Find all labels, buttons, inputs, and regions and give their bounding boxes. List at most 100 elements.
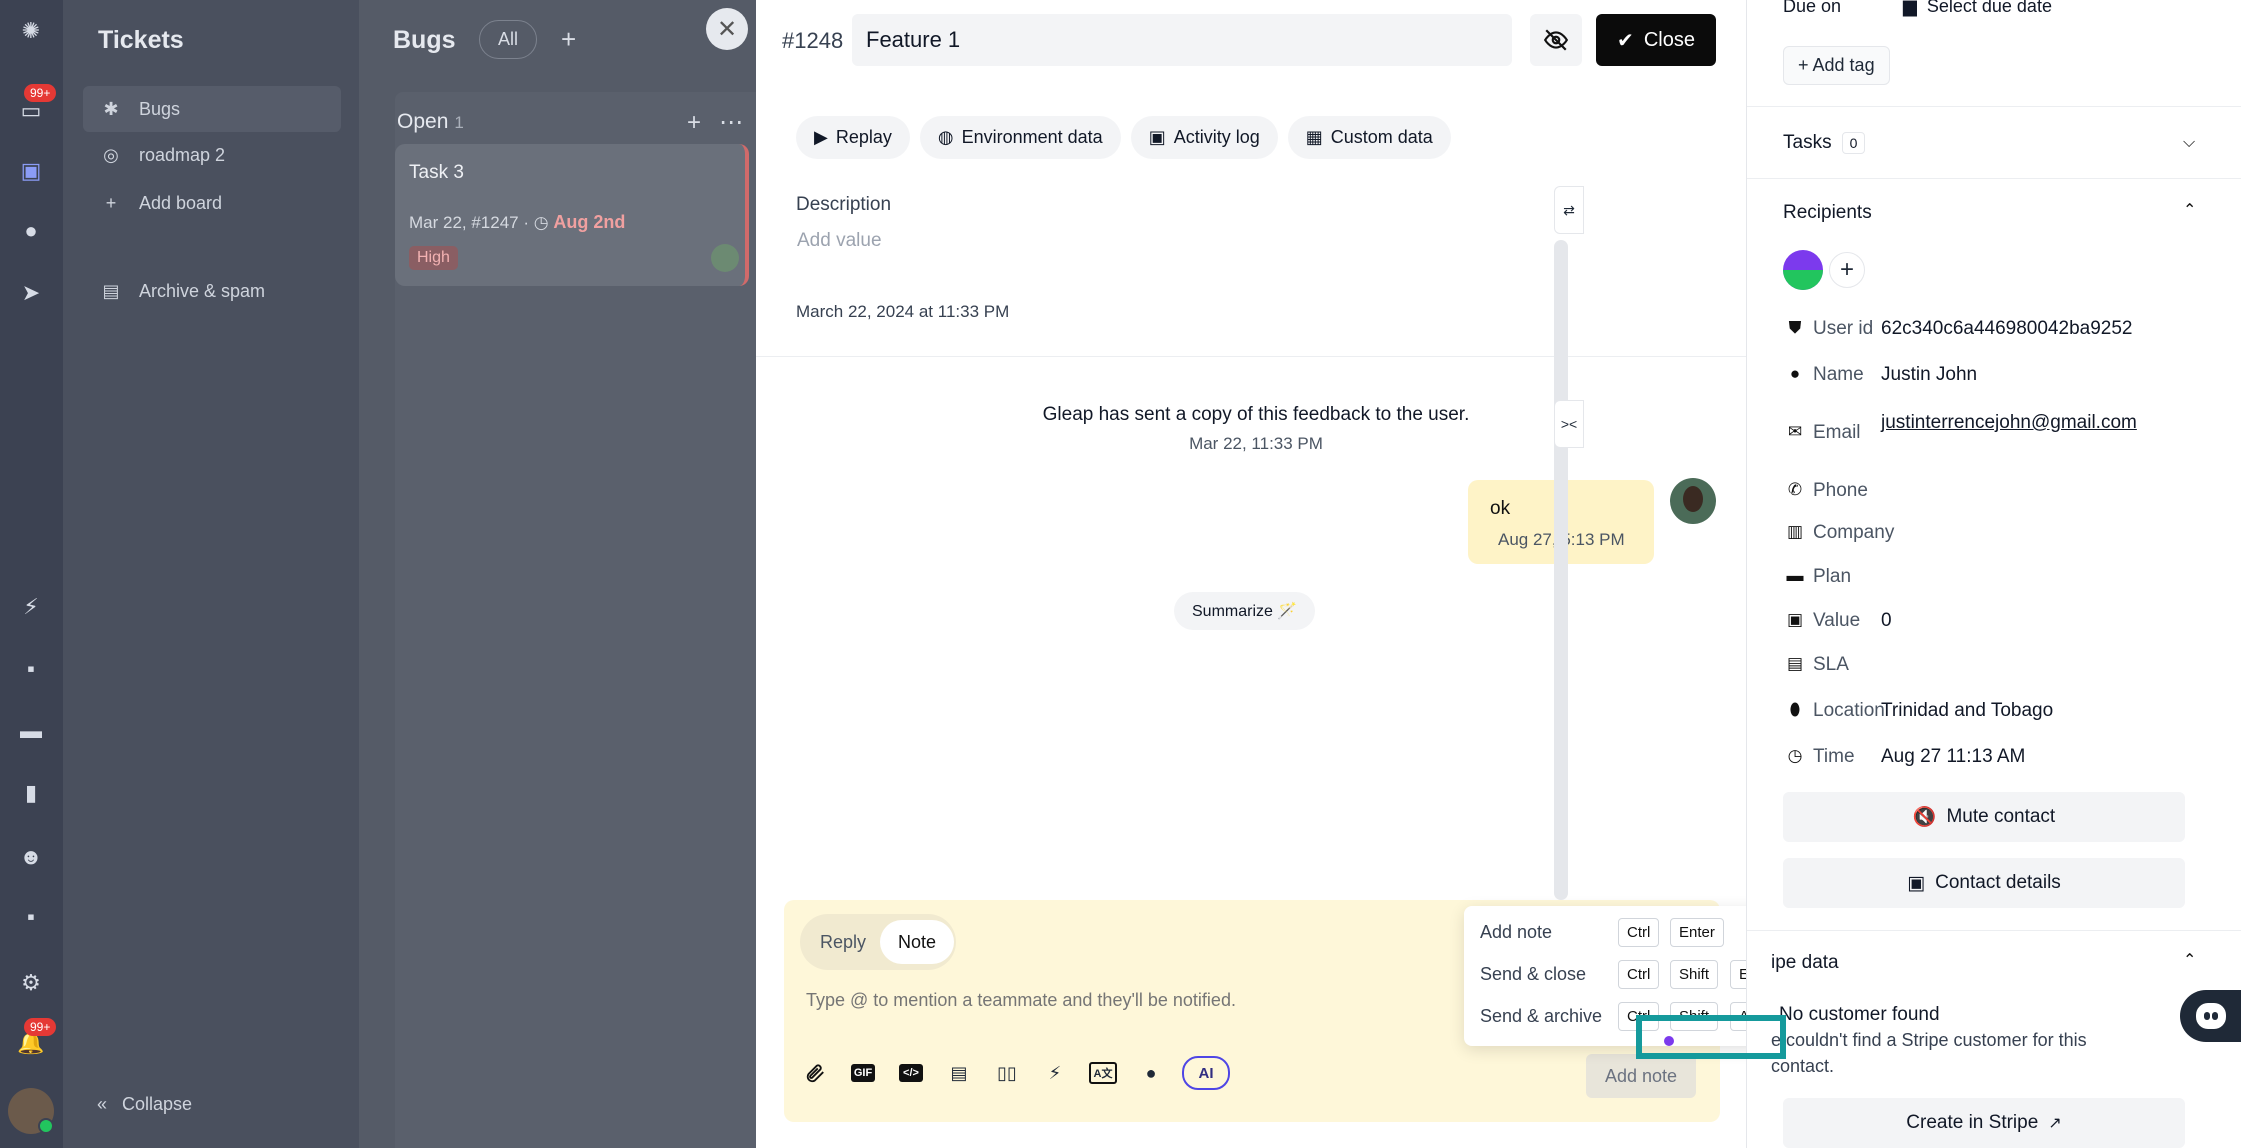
lightbulb-icon[interactable]: ● — [14, 214, 48, 248]
document-icon: ▤ — [1786, 654, 1804, 673]
column-title-text: Open — [397, 110, 449, 133]
filter-all[interactable]: All — [479, 20, 538, 59]
chart-icon[interactable]: ▮ — [14, 776, 48, 810]
assistant-bot-button[interactable] — [2180, 990, 2241, 1042]
book-open-icon[interactable]: ▯▯ — [990, 1056, 1024, 1090]
ai-assist-button[interactable]: AI — [1182, 1056, 1230, 1090]
app-rail: ✺ ▭ 99+ ▣ ● ➤ ⚡ ▪ ▬ ▮ ☻ ▪ ⚙ 🔔 99+ — [0, 0, 63, 1148]
tab-environment[interactable]: ◍ Environment data — [919, 116, 1121, 159]
phone-icon: ✆ — [1787, 480, 1803, 499]
ticket-modal: #1248 ✔ Close ▶ Replay ◍ Environment data ▣… — [756, 0, 2241, 1148]
chevron-up-icon[interactable]: ⌃ — [2183, 200, 2196, 220]
board-area: Bugs All + Open 1 +⋯ Task 3 Mar 22, #1247… — [359, 0, 759, 1148]
toggle-panel-icon[interactable]: ⇄ — [1554, 186, 1584, 234]
ticket-title-input[interactable] — [852, 14, 1512, 66]
mute-contact-button[interactable]: 🔇 Mute contact — [1783, 792, 2185, 842]
divider — [1747, 178, 2241, 179]
add-tag-button[interactable]: + Add tag — [1783, 46, 1890, 85]
external-link-icon: ↗ — [2048, 1115, 2062, 1132]
mode-note[interactable]: Note — [880, 920, 954, 964]
due-label: Due on — [1783, 0, 1842, 16]
tab-label: Replay — [835, 127, 892, 147]
shield-icon: ⛊ — [1788, 318, 1802, 337]
ticket-card[interactable]: Task 3 Mar 22, #1247 · ◷ Aug 2nd High — [395, 144, 749, 286]
contact-details-button[interactable]: ▣ Contact details — [1783, 858, 2185, 908]
add-card-icon[interactable]: + — [687, 109, 719, 136]
settings-icon[interactable]: ⚙ — [14, 966, 48, 1000]
close-icon: ✕ — [716, 15, 738, 43]
description-input[interactable]: Add value — [797, 230, 882, 252]
check-icon: ✔ — [1617, 29, 1634, 52]
composer-toolbar: GIF </> ▤ ▯▯ ⚡ A文 ● AI — [798, 1056, 1230, 1090]
close-ticket-label: Close — [1643, 28, 1695, 51]
stripe-empty-desc: e couldn't find a Stripe customer for th… — [1771, 1030, 2087, 1050]
priority-badge: High — [409, 246, 458, 270]
book-icon[interactable]: ▬ — [14, 714, 48, 748]
chevron-up-icon[interactable]: ⌃ — [2183, 950, 2196, 970]
summarize-button[interactable]: Summarize 🪄 — [1174, 592, 1316, 630]
more-icon[interactable]: ⋯ — [719, 109, 761, 136]
users-icon[interactable]: ☻ — [14, 840, 48, 874]
kbd-key: Shift — [1670, 960, 1719, 989]
attr-label: SLA — [1813, 654, 1849, 675]
tasks-label: Tasks — [1783, 132, 1832, 153]
add-recipient-button[interactable]: + — [1829, 252, 1865, 288]
sidebar-item-bugs[interactable]: ✱ Bugs — [83, 86, 341, 132]
due-date-picker[interactable]: ▆ Select due date — [1903, 0, 2052, 17]
menu-item-send-archive[interactable]: Send & archive — [1480, 1006, 1602, 1027]
add-filter-icon[interactable]: + — [561, 24, 576, 55]
name-value: Justin John — [1881, 364, 1978, 385]
tab-custom-data[interactable]: ▦ Custom data — [1287, 116, 1451, 159]
sidebar-item-archive[interactable]: ▤ Archive & spam — [83, 268, 341, 314]
menu-item-add-note[interactable]: Add note — [1480, 922, 1552, 943]
bolt-icon[interactable]: ⚡ — [1038, 1056, 1072, 1090]
attachment-icon[interactable] — [798, 1056, 832, 1090]
tickets-icon[interactable]: ▣ — [14, 154, 48, 188]
clipboard-icon[interactable]: ▤ — [942, 1056, 976, 1090]
collapse-button[interactable]: « Collapse — [97, 1094, 192, 1115]
attr-label: Location — [1813, 700, 1885, 721]
chat-icon[interactable]: ▪ — [14, 652, 48, 686]
tab-replay[interactable]: ▶ Replay — [796, 116, 910, 159]
menu-item-send-close[interactable]: Send & close — [1480, 964, 1586, 985]
survey-icon[interactable]: ▪ — [14, 900, 48, 934]
lightbulb-icon[interactable]: ● — [1134, 1056, 1168, 1090]
close-modal-button[interactable]: ✕ — [706, 8, 748, 50]
add-board-button[interactable]: + Add board — [83, 180, 341, 226]
sidebar-item-label: Archive & spam — [139, 280, 266, 301]
user-avatar[interactable] — [8, 1088, 54, 1134]
sidebar-item-label: Bugs — [139, 98, 181, 119]
collapse-panel-icon[interactable]: >< — [1554, 400, 1584, 448]
column-count: 1 — [454, 113, 464, 132]
send-icon[interactable]: ➤ — [14, 276, 48, 310]
tab-activity-log[interactable]: ▣ Activity log — [1130, 116, 1278, 159]
email-link[interactable]: justinterrencejohn@gmail.com — [1881, 410, 2141, 435]
tasks-header[interactable]: Tasks 0 — [1783, 132, 1866, 154]
stripe-empty-desc-2: contact. — [1771, 1056, 1835, 1076]
message-avatar — [1670, 478, 1716, 524]
divider — [1747, 930, 2241, 931]
composer-mode-switch: Reply Note — [800, 914, 956, 970]
logo-icon[interactable]: ✺ — [14, 14, 48, 48]
add-note-button[interactable]: Add note — [1586, 1054, 1696, 1098]
hide-button[interactable] — [1530, 14, 1582, 66]
plus-icon: + — [1839, 256, 1854, 283]
details-scrollbar[interactable] — [1554, 240, 1568, 900]
card-icon: ▬ — [1786, 566, 1804, 585]
sidebar-item-roadmap[interactable]: ◎ roadmap 2 — [83, 132, 341, 178]
time-value: Aug 27 11:13 AM — [1881, 746, 2026, 767]
translate-icon[interactable]: A文 — [1086, 1056, 1120, 1090]
person-icon: ● — [1789, 364, 1801, 383]
collapse-label: Collapse — [122, 1094, 193, 1114]
code-icon[interactable]: </> — [894, 1056, 928, 1090]
mode-reply[interactable]: Reply — [820, 932, 866, 953]
chevron-down-icon[interactable]: ⌵ — [2183, 134, 2195, 152]
bolt-icon[interactable]: ⚡ — [14, 590, 48, 624]
recipient-avatar[interactable] — [1783, 250, 1823, 290]
card-meta: Mar 22, #1247 · ◷ Aug 2nd — [409, 212, 625, 233]
note-input[interactable] — [806, 990, 1366, 1011]
gif-icon[interactable]: GIF — [846, 1056, 880, 1090]
create-in-stripe-button[interactable]: Create in Stripe ↗ — [1783, 1098, 2185, 1148]
play-icon: ▶ — [814, 127, 828, 147]
close-ticket-button[interactable]: ✔ Close — [1596, 14, 1716, 66]
